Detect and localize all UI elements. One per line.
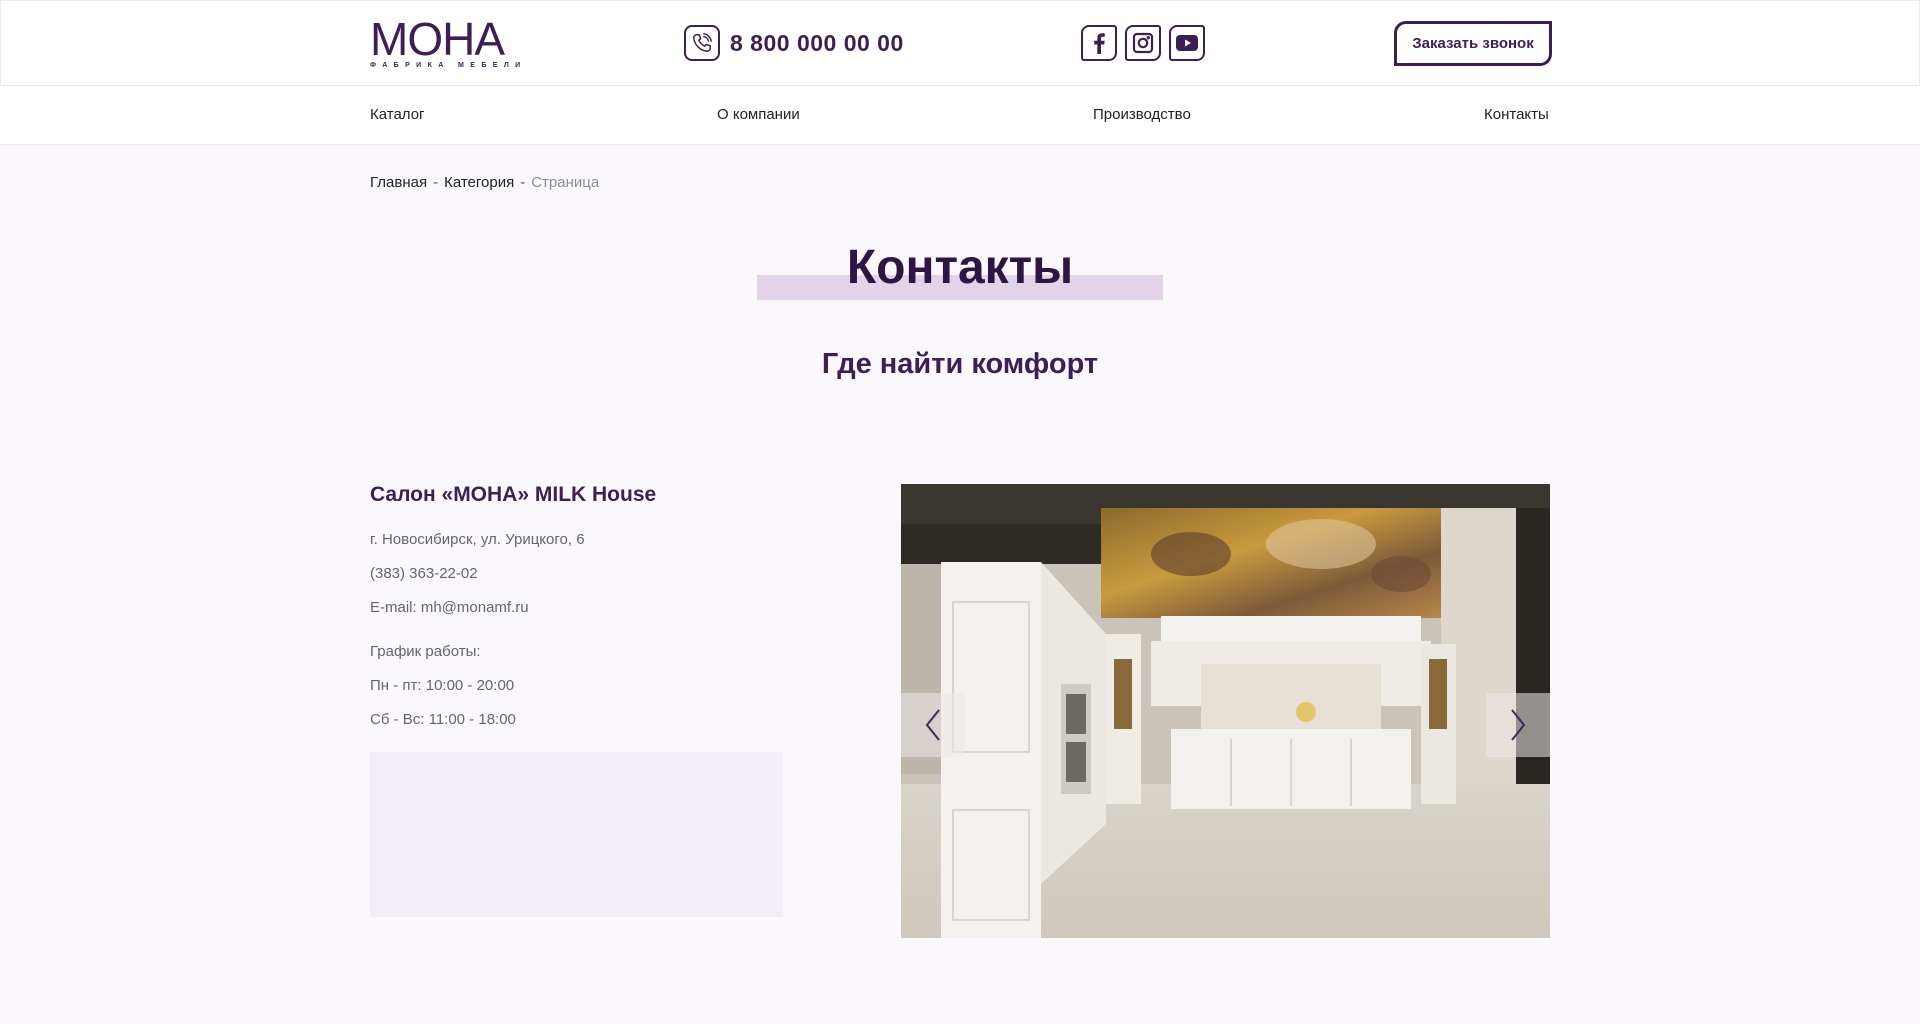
main-nav: Каталог О компании Производство Контакты: [0, 86, 1920, 145]
logo[interactable]: МОНА ФАБРИКА МЕБЕЛИ: [370, 13, 527, 69]
breadcrumb-separator: -: [433, 174, 439, 191]
breadcrumb-separator: -: [520, 174, 526, 191]
schedule-weekend: Сб - Вс: 11:00 - 18:00: [370, 711, 516, 728]
logo-main-text: МОНА: [370, 13, 505, 65]
salon-email[interactable]: E-mail: mh@monamf.ru: [370, 599, 529, 616]
slider-image: [901, 484, 1550, 938]
breadcrumb-home[interactable]: Главная: [370, 174, 427, 191]
chevron-right-icon: [1511, 709, 1526, 741]
header-phone[interactable]: 8 800 000 00 00: [684, 25, 904, 61]
schedule-weekdays: Пн - пт: 10:00 - 20:00: [370, 677, 515, 694]
salon-phone[interactable]: (383) 363-22-02: [370, 565, 478, 582]
map-placeholder[interactable]: [370, 752, 783, 917]
callback-button[interactable]: Заказать звонок: [1394, 21, 1552, 66]
chevron-left-icon: [925, 709, 940, 741]
schedule-label: График работы:: [370, 643, 481, 660]
phone-number: 8 800 000 00 00: [730, 29, 904, 56]
salon-name: Салон «МОНА» MILK House: [370, 483, 657, 506]
nav-item-contacts[interactable]: Контакты: [1484, 106, 1549, 123]
instagram-icon[interactable]: [1125, 25, 1161, 61]
facebook-icon[interactable]: [1081, 25, 1117, 61]
slider-prev-button[interactable]: [901, 693, 965, 757]
youtube-icon[interactable]: [1169, 25, 1205, 61]
breadcrumb-current: Страница: [531, 174, 600, 191]
photo-slider[interactable]: [901, 484, 1550, 938]
logo-sub-text: ФАБРИКА МЕБЕЛИ: [370, 62, 527, 69]
breadcrumb-category[interactable]: Категория: [444, 174, 514, 191]
page-subtitle: Где найти комфорт: [821, 348, 1099, 380]
breadcrumb: Главная - Категория - Страница: [370, 174, 599, 191]
salon-address: г. Новосибирск, ул. Урицкого, 6: [370, 531, 585, 548]
nav-item-production[interactable]: Производство: [1093, 106, 1191, 123]
page-title-block: Контакты: [757, 240, 1163, 300]
page-title: Контакты: [846, 241, 1074, 294]
nav-item-catalog[interactable]: Каталог: [370, 106, 425, 123]
phone-icon: [684, 25, 720, 61]
site-header: МОНА ФАБРИКА МЕБЕЛИ 8 800 000 00 00 Зака…: [0, 0, 1920, 86]
slider-next-button[interactable]: [1486, 693, 1550, 757]
nav-item-about[interactable]: О компании: [717, 106, 800, 123]
